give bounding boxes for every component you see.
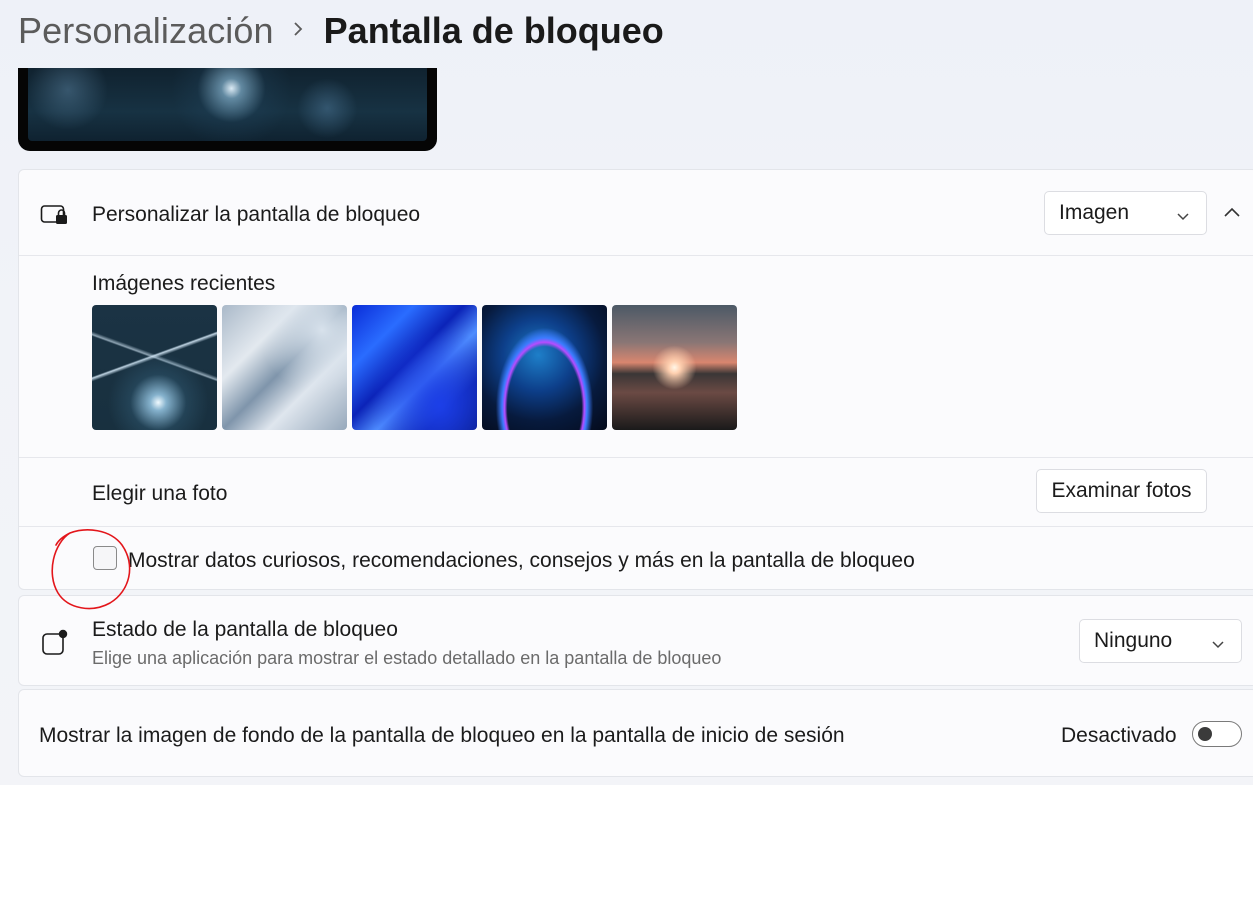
lock-status-label: Estado de la pantalla de bloqueo — [92, 618, 398, 641]
lock-status-dropdown[interactable]: Ninguno — [1079, 619, 1242, 663]
monitor-lock-icon — [40, 203, 70, 232]
recent-image-thumb[interactable] — [352, 305, 477, 430]
personalize-label: Personalizar la pantalla de bloqueo — [92, 203, 421, 226]
choose-photo-label: Elegir una foto — [92, 482, 228, 505]
signin-background-card: Mostrar la imagen de fondo de la pantall… — [18, 689, 1253, 777]
personalize-card: Personalizar la pantalla de bloqueo Imag… — [18, 169, 1253, 590]
chevron-down-icon — [1176, 205, 1190, 221]
divider — [19, 526, 1253, 527]
recent-images-list — [92, 305, 737, 430]
recent-image-thumb[interactable] — [612, 305, 737, 430]
signin-background-toggle[interactable] — [1192, 721, 1242, 747]
preview-image — [28, 68, 427, 141]
breadcrumb: Personalización Pantalla de bloqueo — [18, 6, 664, 56]
chevron-up-icon[interactable] — [1223, 206, 1241, 225]
toggle-knob — [1198, 727, 1212, 741]
status-badge-icon — [41, 629, 69, 662]
toggle-state-label: Desactivado — [1061, 724, 1177, 747]
settings-window: Personalización Pantalla de bloqueo Pers… — [0, 0, 1253, 785]
browse-photos-button[interactable]: Examinar fotos — [1036, 469, 1207, 513]
lock-status-card: Estado de la pantalla de bloqueo Elige u… — [18, 595, 1253, 686]
divider — [19, 457, 1253, 458]
recent-images-label: Imágenes recientes — [92, 272, 276, 295]
recent-image-thumb[interactable] — [92, 305, 217, 430]
fun-facts-checkbox[interactable] — [93, 546, 117, 570]
divider — [19, 255, 1253, 256]
recent-image-thumb[interactable] — [482, 305, 607, 430]
page-title: Pantalla de bloqueo — [323, 10, 664, 51]
recent-image-thumb[interactable] — [222, 305, 347, 430]
lock-screen-preview — [18, 68, 437, 151]
breadcrumb-parent[interactable]: Personalización — [18, 10, 274, 52]
fun-facts-label: Mostrar datos curiosos, recomendaciones,… — [128, 549, 915, 572]
personalize-dropdown[interactable]: Imagen — [1044, 191, 1207, 235]
chevron-down-icon — [1211, 633, 1225, 649]
lock-status-dropdown-value: Ninguno — [1094, 629, 1173, 652]
lock-status-sublabel: Elige una aplicación para mostrar el est… — [92, 648, 722, 668]
chevron-right-icon — [292, 16, 304, 42]
signin-background-label: Mostrar la imagen de fondo de la pantall… — [39, 724, 845, 747]
personalize-dropdown-value: Imagen — [1059, 201, 1130, 224]
